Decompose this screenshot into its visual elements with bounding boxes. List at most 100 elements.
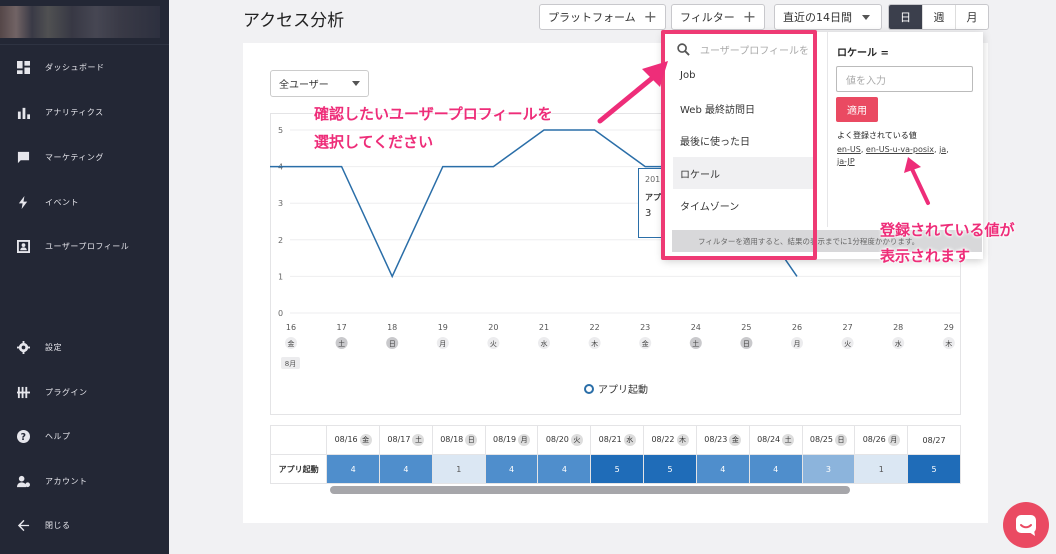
data-table: 08/16 金 08/17 土 08/18 日 08/19 月 08/20 火 08/21 水 08/2… [270,425,961,495]
sidebar-item-dashboard[interactable]: ダッシュボード [0,55,169,79]
account-header[interactable] [0,0,169,45]
annotation-left-line2: 選択してください [314,133,434,151]
user-segment-value: 全ユーザー [279,80,329,91]
sidebar-item-label: ヘルプ [45,431,71,441]
weekday-badge: 月 [887,434,900,446]
granularity-week[interactable]: 週 [922,5,955,29]
x-tick-label: 17 [337,323,347,332]
period-select[interactable]: 直近の14日間 [774,4,882,30]
weekday-label: 水 [541,339,548,348]
table-corner [270,425,328,455]
table-column-header: 08/19 月 [484,425,539,455]
common-value-link[interactable]: ja-JP [837,157,855,166]
x-tick-label: 23 [640,323,650,332]
column-date: 08/21 [598,435,622,444]
weekday-badge: 金 [729,434,742,446]
table-cell[interactable]: 4 [695,454,750,484]
weekday-badge: 木 [676,434,689,446]
sidebar-item-user-profile[interactable]: ユーザープロフィール [0,234,169,258]
sidebar-item-label: アカウント [45,476,88,486]
column-date: 08/24 [757,435,781,444]
weekday-badge: 日 [834,434,847,446]
table-column-header: 08/25 日 [801,425,856,455]
weekday-badge: 土 [782,434,795,446]
weekday-badge: 土 [412,434,425,446]
x-tick-label: 29 [944,323,954,332]
sidebar-item-analytics[interactable]: アナリティクス [0,100,169,124]
common-value-link[interactable]: en-US [837,145,861,154]
x-tick-label: 22 [590,323,600,332]
chevron-down-icon [862,14,870,20]
chat-icon [1016,515,1036,536]
column-date: 08/19 [493,435,517,444]
weekday-label: 木 [591,339,598,348]
weekday-label: 金 [288,339,295,348]
weekday-label: 日 [743,340,750,348]
table-cell[interactable]: 4 [748,454,803,484]
granularity-day[interactable]: 日 [889,5,922,29]
sidebar-item-label: プラグイン [45,387,88,397]
filter-label: フィルター [680,11,735,24]
table-cell[interactable]: 1 [431,454,486,484]
account-icon [16,474,30,488]
common-value-link[interactable]: ja [939,145,946,154]
annotation-right: 登録されている値が 表示されます [880,217,1015,269]
sidebar-item-close[interactable]: 閉じる [0,513,169,537]
user-segment-select[interactable]: 全ユーザー [270,70,369,97]
table-column-header: 08/17 土 [379,425,433,455]
chart-legend[interactable]: アプリ起動 [584,381,648,396]
chat-button[interactable] [1003,502,1049,548]
weekday-label: 火 [490,340,497,348]
sidebar-item-settings[interactable]: 設定 [0,335,169,359]
sidebar-item-label: ユーザープロフィール [45,241,130,251]
weekday-label: 月 [794,340,801,348]
sidebar-item-account[interactable]: アカウント [0,469,169,493]
legend-label: アプリ起動 [598,385,648,396]
table-cell[interactable]: 5 [643,454,697,484]
weekday-badge: 日 [465,434,478,446]
table-column-header: 08/23 金 [695,425,750,455]
sidebar-item-plugins[interactable]: プラグイン [0,380,169,404]
common-value-link[interactable]: en-US-u-va-posix [866,145,934,154]
table-cell[interactable]: 4 [379,454,433,484]
weekday-label: 火 [844,340,851,348]
help-icon: ? [16,429,30,443]
table-column-header: 08/24 土 [748,425,803,455]
sidebar-item-events[interactable]: イベント [0,190,169,214]
x-tick-label: 28 [893,323,903,332]
table-cell[interactable]: 4 [484,454,539,484]
table-cell[interactable]: 4 [537,454,592,484]
filter-button[interactable]: フィルター + [671,4,766,30]
plus-icon: + [742,7,757,26]
table-column-header: 08/21 水 [590,425,645,455]
column-date: 08/22 [651,435,675,444]
sidebar-item-label: イベント [45,197,79,207]
column-date: 08/23 [704,435,728,444]
table-cell[interactable]: 4 [326,454,381,484]
gear-icon [16,340,30,354]
avatar[interactable] [0,6,160,38]
svg-text:?: ? [20,431,26,442]
apply-button[interactable]: 適用 [836,97,878,122]
platform-label: プラットフォーム [548,11,636,24]
arrow-left-icon [16,518,30,532]
table-cell[interactable]: 1 [854,454,909,484]
sidebar-item-help[interactable]: ? ヘルプ [0,424,169,448]
period-label: 直近の14日間 [783,11,852,24]
platform-button[interactable]: プラットフォーム + [539,4,667,30]
value-input[interactable]: 値を入力 [836,66,973,92]
weekday-badge: 金 [359,434,372,446]
table-cell[interactable]: 5 [907,454,961,484]
table-cell[interactable]: 5 [590,454,645,484]
y-tick-label: 0 [278,309,283,318]
table-cell[interactable]: 3 [801,454,856,484]
sidebar-item-marketing[interactable]: マーケティング [0,145,169,169]
horizontal-scrollbar[interactable] [330,486,850,494]
weekday-label: 日 [389,340,396,348]
table-column-header: 08/26 月 [854,425,909,455]
table-column-header: 08/22 木 [643,425,697,455]
month-label: 8月 [285,360,296,368]
x-tick-label: 20 [488,323,498,332]
granularity-month[interactable]: 月 [955,5,988,29]
table-column-header: 08/27 [907,425,961,455]
